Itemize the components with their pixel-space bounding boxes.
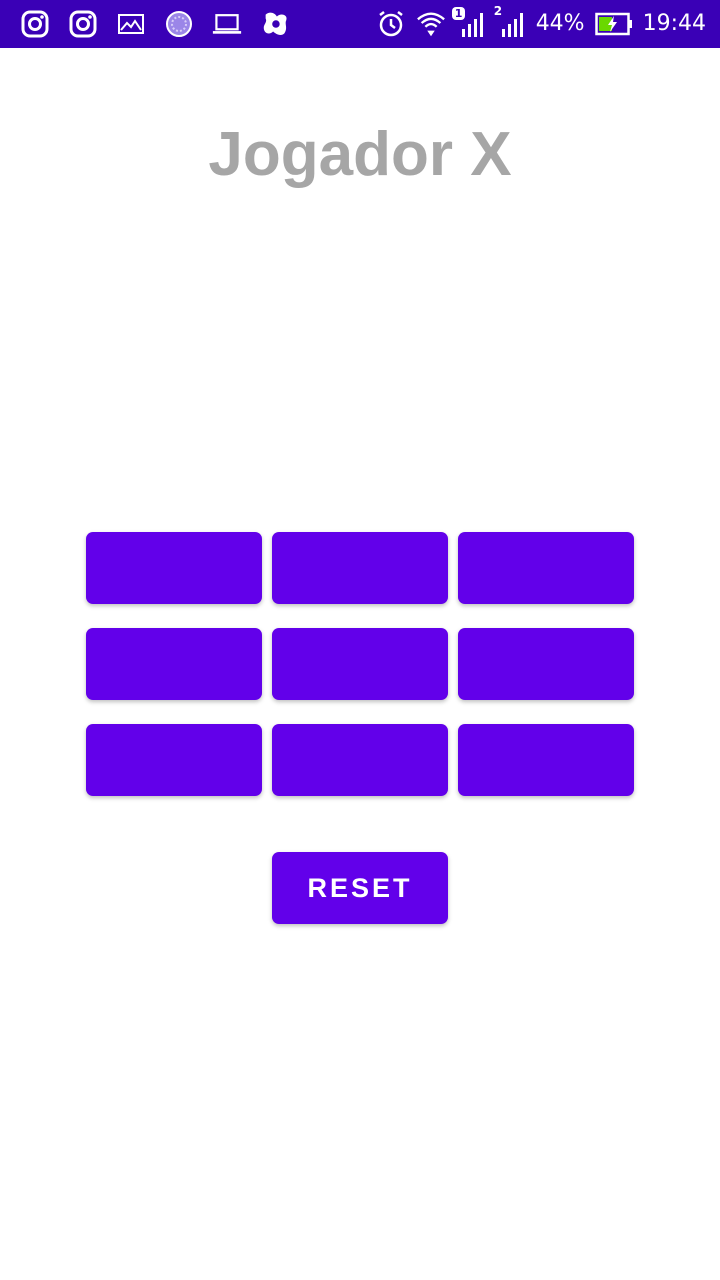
board-cell-3[interactable]: [458, 532, 634, 604]
avast-icon: [260, 9, 290, 39]
battery-percent: 44%: [535, 11, 585, 36]
reset-button[interactable]: RESET: [272, 852, 448, 924]
sim2-badge: 2: [493, 4, 503, 18]
board-cell-5[interactable]: [272, 628, 448, 700]
tic-tac-toe-board: [86, 532, 634, 796]
instagram-icon: [20, 9, 50, 39]
system-icons: 1 2 44% 19:44: [376, 5, 706, 39]
sim1-badge: 1: [451, 7, 466, 20]
current-player-title: Jogador X: [208, 120, 512, 189]
signal-sim2-icon: 2: [494, 5, 526, 39]
board-cell-9[interactable]: [458, 724, 634, 796]
board-cell-8[interactable]: [272, 724, 448, 796]
board-cell-6[interactable]: [458, 628, 634, 700]
signal-sim1-icon: 1: [451, 7, 486, 39]
laptop-icon: [212, 9, 242, 39]
wifi-icon: [416, 9, 446, 39]
image-icon: [116, 9, 146, 39]
battery-charging-icon: [594, 9, 633, 39]
clock: 19:44: [642, 11, 706, 36]
status-bar: 1 2 44% 19:44: [0, 0, 720, 48]
board-cell-2[interactable]: [272, 532, 448, 604]
circle-spinner-icon: [164, 9, 194, 39]
instagram-icon: [68, 9, 98, 39]
board-cell-4[interactable]: [86, 628, 262, 700]
board-cell-1[interactable]: [86, 532, 262, 604]
alarm-icon: [376, 9, 406, 39]
board-cell-7[interactable]: [86, 724, 262, 796]
notification-icons: [20, 9, 290, 39]
